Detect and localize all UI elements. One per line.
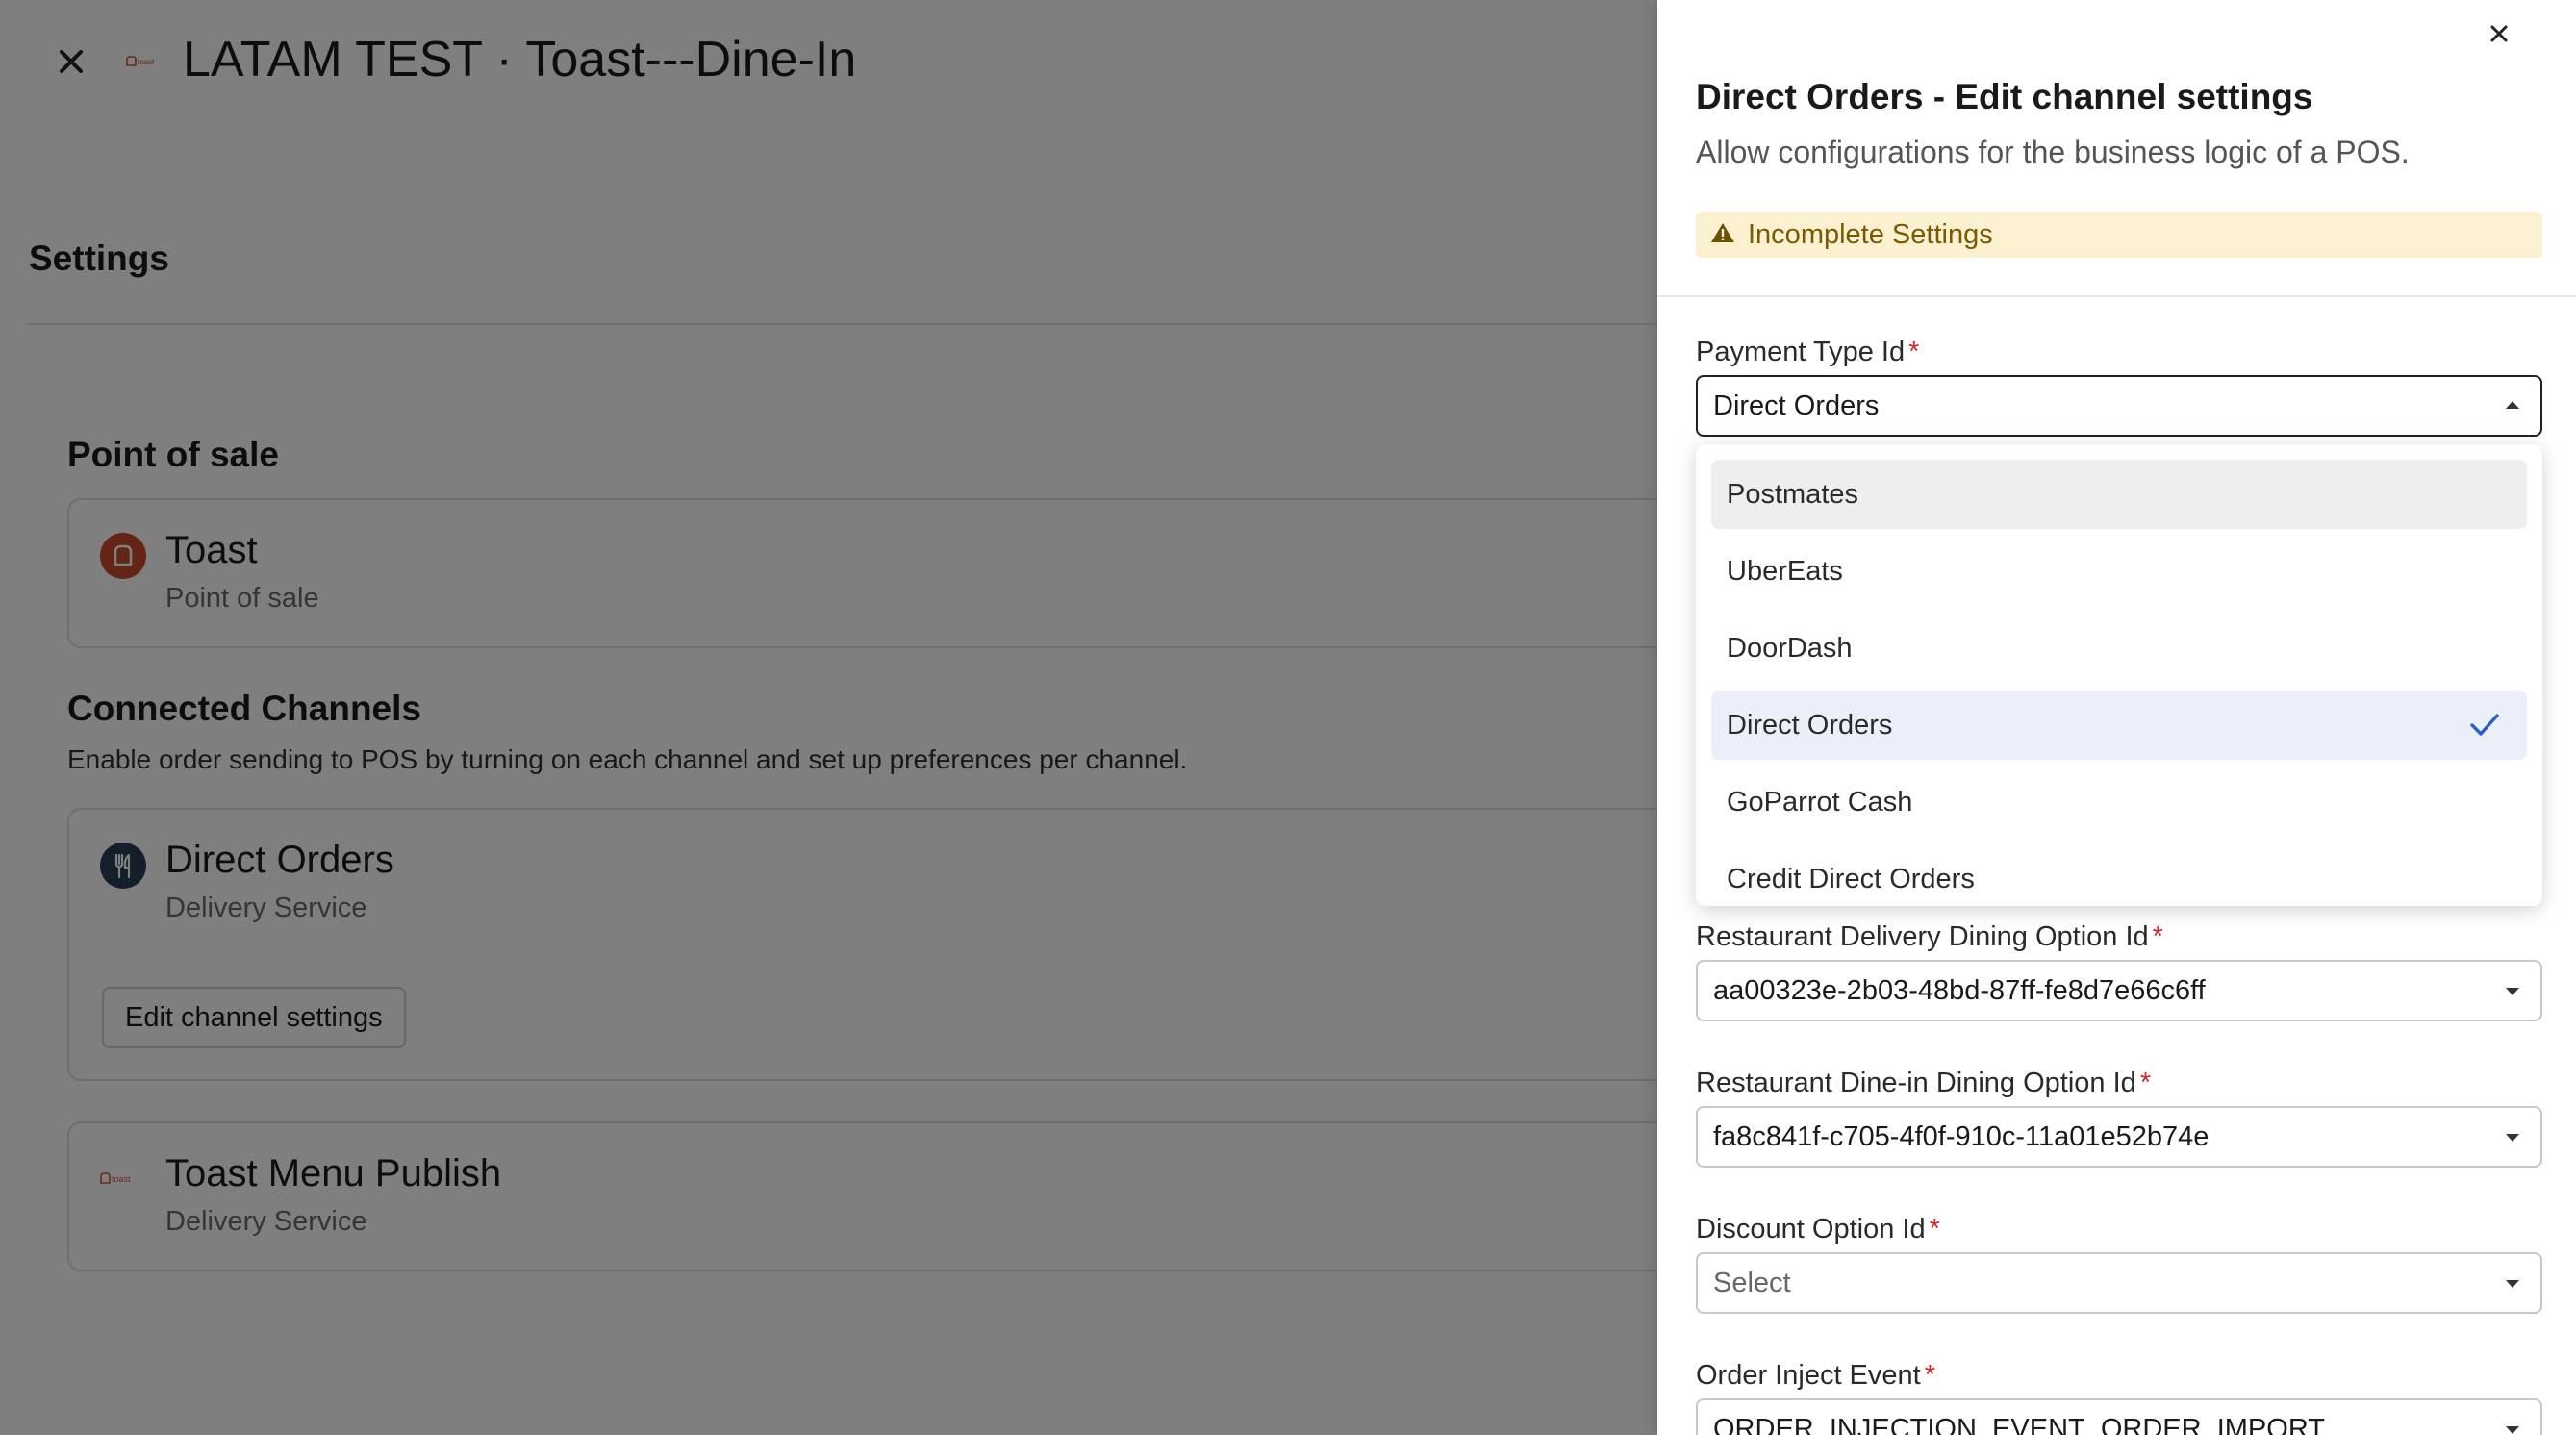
order-inject-label: Order Inject Event *	[1696, 1360, 1936, 1391]
dropdown-option-credit-direct-orders[interactable]: Credit Direct Orders	[1711, 844, 2527, 906]
divider	[1657, 295, 2576, 297]
close-icon[interactable]	[2483, 17, 2515, 50]
dropdown-option-doordash[interactable]: DoorDash	[1711, 614, 2527, 683]
payment-type-select[interactable]: Direct Orders	[1696, 375, 2542, 437]
discount-option-placeholder: Select	[1713, 1267, 1791, 1298]
caret-up-icon	[2506, 401, 2519, 409]
dropdown-option-goparrot-cash[interactable]: GoParrot Cash	[1711, 768, 2527, 837]
order-inject-select[interactable]: ORDER_INJECTION_EVENT_ORDER_IMPORT	[1696, 1398, 2542, 1435]
order-inject-value: ORDER_INJECTION_EVENT_ORDER_IMPORT	[1713, 1413, 2325, 1435]
payment-type-value: Direct Orders	[1713, 390, 1880, 421]
discount-option-label: Discount Option Id *	[1696, 1214, 1940, 1245]
drawer-subtitle: Allow configurations for the business lo…	[1696, 135, 2410, 169]
dropdown-option-direct-orders[interactable]: Direct Orders	[1711, 691, 2527, 760]
dropdown-option-postmates[interactable]: Postmates	[1711, 460, 2527, 529]
incomplete-settings-banner: Incomplete Settings	[1696, 212, 2542, 258]
warning-text: Incomplete Settings	[1748, 218, 1993, 250]
checkmark-icon	[2467, 708, 2502, 743]
delivery-dining-label: Restaurant Delivery Dining Option Id *	[1696, 921, 2163, 952]
caret-down-icon	[2506, 1426, 2519, 1434]
dropdown-option-ubereats[interactable]: UberEats	[1711, 537, 2527, 606]
delivery-dining-select[interactable]: aa00323e-2b03-48bd-87ff-fe8d7e66c6ff	[1696, 960, 2542, 1021]
dinein-dining-label: Restaurant Dine-in Dining Option Id *	[1696, 1068, 2152, 1098]
discount-option-select[interactable]: Select	[1696, 1252, 2542, 1314]
edit-channel-drawer: Direct Orders - Edit channel settings Al…	[1657, 0, 2576, 1435]
payment-type-dropdown: Postmates UberEats DoorDash Direct Order…	[1696, 444, 2542, 906]
delivery-dining-value: aa00323e-2b03-48bd-87ff-fe8d7e66c6ff	[1713, 974, 2206, 1006]
caret-down-icon	[2506, 1280, 2519, 1288]
drawer-title: Direct Orders - Edit channel settings	[1696, 77, 2313, 116]
dinein-dining-select[interactable]: fa8c841f-c705-4f0f-910c-11a01e52b74e	[1696, 1106, 2542, 1168]
caret-down-icon	[2506, 1134, 2519, 1142]
dinein-dining-value: fa8c841f-c705-4f0f-910c-11a01e52b74e	[1713, 1120, 2210, 1152]
modal-backdrop[interactable]	[0, 0, 1657, 1435]
payment-type-label: Payment Type Id *	[1696, 337, 1920, 367]
warning-icon	[1709, 220, 1736, 250]
caret-down-icon	[2506, 988, 2519, 995]
